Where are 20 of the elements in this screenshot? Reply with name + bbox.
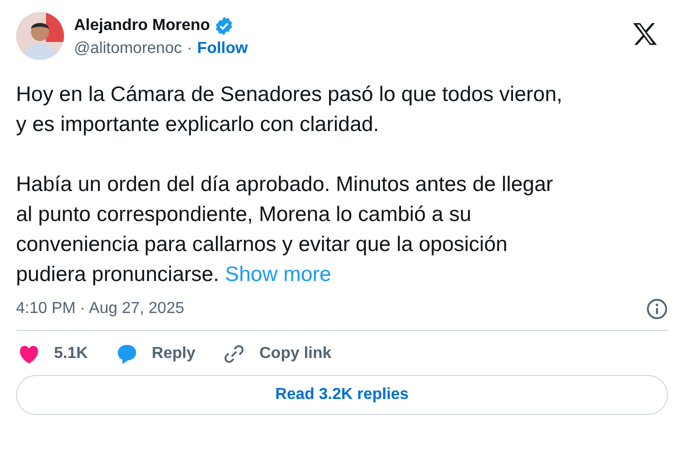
- link-icon: [223, 343, 246, 365]
- action-label: Copy link: [259, 345, 332, 363]
- copy-action[interactable]: Copy link: [223, 343, 332, 365]
- reply-action[interactable]: Reply: [116, 343, 196, 365]
- action-label: 5.1K: [54, 345, 88, 363]
- speech-bubble-icon: [116, 343, 138, 365]
- timestamp[interactable]: 4:10 PM · Aug 27, 2025: [16, 300, 184, 318]
- read-replies-button[interactable]: Read 3.2K replies: [16, 375, 668, 415]
- separator-dot: ·: [186, 40, 192, 58]
- tweet-text: Hoy en la Cámara de Senadores pasó lo que todos vieron, y es importante explicarlo con claridad.: [16, 82, 564, 138]
- action-label: Reply: [152, 345, 196, 363]
- follow-link[interactable]: Follow: [197, 40, 248, 58]
- author-handle[interactable]: @alitomorenoc: [74, 40, 182, 58]
- like-action[interactable]: 5.1K: [18, 344, 88, 364]
- x-logo-icon[interactable]: [632, 22, 658, 46]
- author-name[interactable]: Alejandro Moreno: [74, 17, 210, 35]
- avatar[interactable]: [16, 12, 64, 60]
- info-icon[interactable]: [646, 298, 668, 320]
- heart-icon: [18, 344, 40, 364]
- tweet-text: Había un orden del día aprobado. Minutos antes de llegar al punto correspondiente, Morena lo cambió a su conveniencia para callarnos y evitar que la oposición pudiera pronunciarse. Show more: [16, 172, 554, 288]
